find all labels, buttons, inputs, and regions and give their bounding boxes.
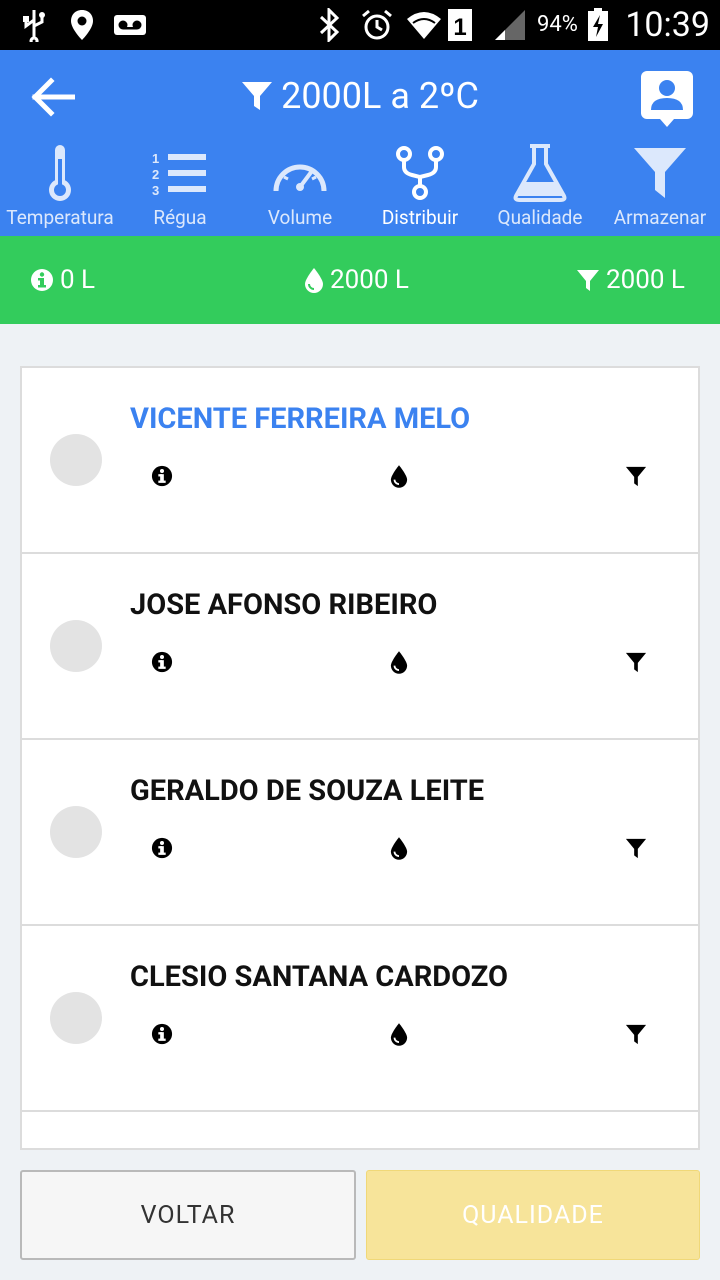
info-icon [150, 650, 174, 674]
tab-label: Distribuir [381, 206, 459, 229]
back-button[interactable]: VOLTAR [20, 1170, 356, 1260]
producer-name: GERALDO DE SOUZA LEITE [130, 774, 485, 808]
filter-icon [624, 650, 648, 674]
bluetooth-icon [314, 0, 344, 50]
producer-name: CLESIO SANTANA CARDOZO [130, 960, 509, 994]
producer-name: JOSE AFONSO RIBEIRO [130, 588, 438, 622]
flask-icon [513, 144, 567, 202]
person-icon [641, 71, 693, 127]
sim-icon: 1 [446, 0, 474, 50]
app-bar: 2000L a 2ºC Temperatura 123 Régua Volume… [0, 50, 720, 236]
tab-label: Qualidade [497, 206, 583, 229]
filter-icon [242, 82, 273, 110]
summary-stored: 2000 L [576, 236, 685, 324]
tab-regua[interactable]: 123 Régua [120, 140, 240, 236]
workflow-tabs: Temperatura 123 Régua Volume Distribuir … [0, 140, 720, 236]
location-icon [66, 0, 98, 50]
tab-label: Volume [267, 206, 333, 229]
usb-icon [18, 0, 50, 50]
gauge-icon [273, 164, 327, 192]
tab-temperatura[interactable]: Temperatura [0, 140, 120, 236]
summary-stored-value: 2000 L [606, 265, 685, 295]
tab-armazenar[interactable]: Armazenar [600, 140, 720, 236]
radio-button[interactable] [50, 434, 102, 486]
radio-button[interactable] [50, 620, 102, 672]
page-title: 2000L a 2ºC [0, 68, 720, 124]
battery-percent: 94% [537, 12, 578, 37]
list-item[interactable]: CLESIO SANTANA CARDOZO [22, 926, 698, 1112]
list-item[interactable] [22, 1112, 698, 1148]
info-icon [150, 1022, 174, 1046]
ruler-list-icon: 123 [152, 151, 206, 195]
radio-button[interactable] [50, 992, 102, 1044]
page-title-text: 2000L a 2ºC [281, 75, 479, 117]
svg-text:3: 3 [152, 183, 159, 195]
list-item[interactable]: GERALDO DE SOUZA LEITE [22, 740, 698, 926]
svg-text:1: 1 [152, 151, 159, 166]
radio-button[interactable] [50, 806, 102, 858]
drop-icon [387, 836, 411, 860]
tab-qualidade[interactable]: Qualidade [480, 140, 600, 236]
info-icon [31, 269, 53, 291]
tab-label: Régua [153, 206, 207, 229]
producer-list[interactable]: VICENTE FERREIRA MELO JOSE AFONSO RIBEIR… [20, 366, 700, 1150]
thermometer-icon [49, 145, 71, 201]
drop-icon [387, 464, 411, 488]
filter-icon [634, 148, 686, 198]
summary-volume-value: 2000 L [330, 265, 409, 295]
filter-icon [577, 270, 599, 291]
profile-button[interactable] [638, 68, 696, 130]
voicemail-icon [112, 0, 148, 50]
svg-text:1: 1 [453, 14, 466, 41]
footer-actions: VOLTAR QUALIDADE [0, 1150, 720, 1280]
signal-icon [492, 0, 528, 50]
battery-icon [584, 0, 612, 50]
quality-button[interactable]: QUALIDADE [366, 1170, 700, 1260]
filter-icon [624, 836, 648, 860]
filter-icon [624, 464, 648, 488]
summary-volume: 2000 L [304, 236, 409, 324]
info-icon [150, 464, 174, 488]
tab-volume[interactable]: Volume [240, 140, 360, 236]
summary-info: 0 L [30, 236, 95, 324]
tab-distribuir[interactable]: Distribuir [360, 140, 480, 236]
svg-text:2: 2 [152, 167, 159, 182]
summary-bar: 0 L 2000 L 2000 L [0, 236, 720, 324]
producer-name: VICENTE FERREIRA MELO [130, 402, 471, 436]
list-item[interactable]: JOSE AFONSO RIBEIRO [22, 554, 698, 740]
status-bar: 1 94% 10:39 [0, 0, 720, 50]
alarm-icon [358, 0, 396, 50]
filter-icon [624, 1022, 648, 1046]
list-item[interactable]: VICENTE FERREIRA MELO [22, 368, 698, 554]
distribute-icon [396, 146, 444, 200]
summary-info-value: 0 L [60, 265, 96, 295]
tab-label: Armazenar [613, 206, 707, 229]
wifi-icon [404, 0, 444, 50]
info-icon [150, 836, 174, 860]
clock: 10:39 [625, 5, 710, 45]
drop-icon [305, 268, 323, 293]
drop-icon [387, 650, 411, 674]
tab-label: Temperatura [6, 206, 114, 229]
drop-icon [387, 1022, 411, 1046]
